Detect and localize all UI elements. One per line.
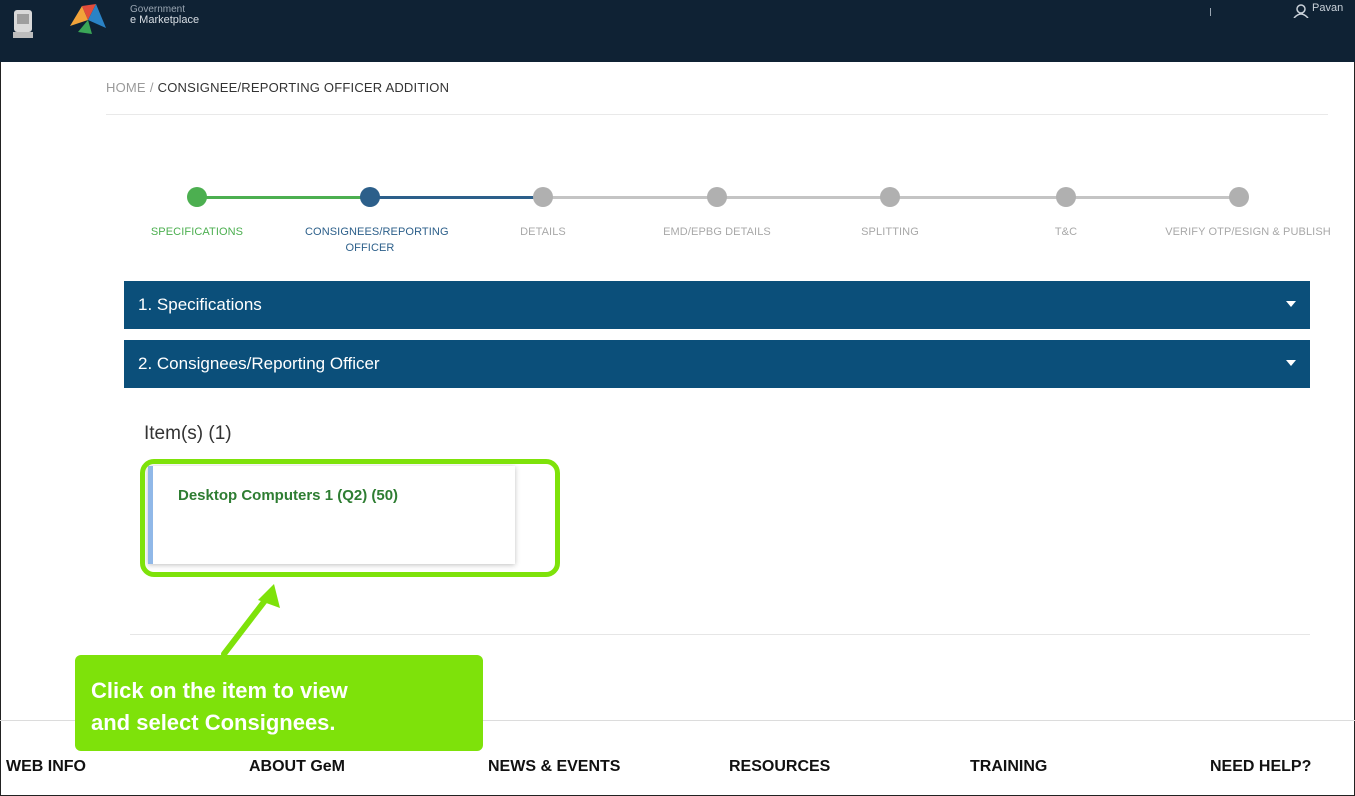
top-navbar: Government e Marketplace Pavan: [0, 0, 1355, 62]
accordion-title: 2. Consignees/Reporting Officer: [138, 354, 380, 373]
footer-resources[interactable]: RESOURCES: [729, 758, 830, 776]
caret-down-icon: [1286, 360, 1296, 366]
instruction-callout: Click on the item to view and select Con…: [75, 655, 483, 751]
footer-web-info[interactable]: WEB INFO: [6, 758, 86, 776]
step-label-splitting[interactable]: SPLITTING: [805, 224, 975, 240]
step-label-verify[interactable]: VERIFY OTP/ESIGN & PUBLISH: [1148, 224, 1348, 240]
brand-name[interactable]: Government e Marketplace: [130, 4, 199, 26]
accordion-consignees[interactable]: 2. Consignees/Reporting Officer: [124, 340, 1310, 388]
step-dot-specifications[interactable]: [187, 187, 207, 207]
arrow-up-right-icon: [221, 584, 280, 657]
footer-need-help[interactable]: NEED HELP?: [1210, 758, 1311, 776]
user-icon[interactable]: [1292, 4, 1310, 18]
user-name[interactable]: Pavan: [1312, 2, 1343, 14]
step-dot-emd[interactable]: [707, 187, 727, 207]
highlight-box: [140, 459, 560, 577]
step-dot-tc[interactable]: [1056, 187, 1076, 207]
callout-line1: Click on the item to view: [91, 678, 348, 703]
footer-training[interactable]: TRAINING: [970, 758, 1047, 776]
caret-down-icon: [1286, 301, 1296, 307]
breadcrumb-home[interactable]: HOME: [106, 80, 146, 95]
step-label-consignees[interactable]: CONSIGNEES/REPORTING OFFICER: [285, 224, 455, 256]
accordion-specifications[interactable]: 1. Specifications: [124, 281, 1310, 329]
accordion-title: 1. Specifications: [138, 295, 262, 314]
step-connector: [200, 196, 370, 199]
items-heading: Item(s) (1): [144, 423, 232, 444]
step-dot-splitting[interactable]: [880, 187, 900, 207]
footer-about-gem[interactable]: ABOUT GeM: [249, 758, 345, 776]
breadcrumb-current: CONSIGNEE/REPORTING OFFICER ADDITION: [157, 80, 450, 95]
step-dot-consignees[interactable]: [360, 187, 380, 207]
step-connector: [370, 196, 540, 199]
breadcrumb-separator: /: [149, 80, 154, 95]
step-label-tc[interactable]: T&C: [981, 224, 1151, 240]
step-dot-details[interactable]: [533, 187, 553, 207]
step-label-emd[interactable]: EMD/EPBG DETAILS: [632, 224, 802, 240]
callout-line2: and select Consignees.: [91, 710, 336, 735]
gem-logo-icon[interactable]: [66, 2, 114, 38]
divider: [106, 114, 1328, 115]
footer-news-events[interactable]: NEWS & EVENTS: [488, 758, 620, 776]
brand-line2: e Marketplace: [130, 14, 200, 26]
breadcrumb: HOME / CONSIGNEE/REPORTING OFFICER ADDITIO…: [106, 80, 449, 95]
step-dot-verify[interactable]: [1229, 187, 1249, 207]
national-emblem-icon[interactable]: [8, 6, 38, 44]
divider: [130, 634, 1310, 635]
divider: [1210, 8, 1211, 16]
step-label-details[interactable]: DETAILS: [458, 224, 628, 240]
step-label-specifications[interactable]: SPECIFICATIONS: [112, 224, 282, 240]
